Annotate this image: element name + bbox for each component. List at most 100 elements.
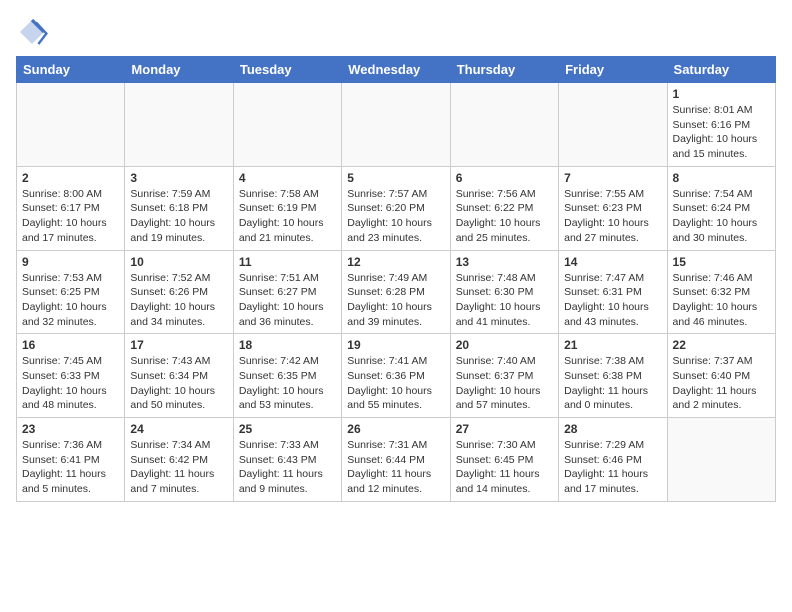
day-cell (559, 83, 667, 167)
day-cell: 15 Sunrise: 7:46 AM Sunset: 6:32 PM Dayli… (667, 250, 775, 334)
day-cell: 24 Sunrise: 7:34 AM Sunset: 6:42 PM Dayli… (125, 418, 233, 502)
day-info: Sunrise: 7:52 AM Sunset: 6:26 PM Dayligh… (130, 271, 227, 330)
day-cell: 2 Sunrise: 8:00 AM Sunset: 6:17 PM Daylig… (17, 166, 125, 250)
weekday-header-wednesday: Wednesday (342, 57, 450, 83)
logo (16, 16, 52, 48)
day-cell: 14 Sunrise: 7:47 AM Sunset: 6:31 PM Dayli… (559, 250, 667, 334)
day-info: Sunrise: 7:56 AM Sunset: 6:22 PM Dayligh… (456, 187, 553, 246)
day-cell: 3 Sunrise: 7:59 AM Sunset: 6:18 PM Daylig… (125, 166, 233, 250)
day-cell (233, 83, 341, 167)
day-info: Sunrise: 7:47 AM Sunset: 6:31 PM Dayligh… (564, 271, 661, 330)
day-info: Sunrise: 7:29 AM Sunset: 6:46 PM Dayligh… (564, 438, 661, 497)
day-cell: 22 Sunrise: 7:37 AM Sunset: 6:40 PM Dayli… (667, 334, 775, 418)
day-number: 15 (673, 255, 770, 269)
day-info: Sunrise: 7:33 AM Sunset: 6:43 PM Dayligh… (239, 438, 336, 497)
day-cell (667, 418, 775, 502)
day-number: 18 (239, 338, 336, 352)
day-info: Sunrise: 7:34 AM Sunset: 6:42 PM Dayligh… (130, 438, 227, 497)
day-info: Sunrise: 7:40 AM Sunset: 6:37 PM Dayligh… (456, 354, 553, 413)
week-row-1: 1 Sunrise: 8:01 AM Sunset: 6:16 PM Daylig… (17, 83, 776, 167)
day-cell: 13Sunrise: 7:48 AM Sunset: 6:30 PM Dayli… (450, 250, 558, 334)
day-number: 13 (456, 255, 553, 269)
day-number: 25 (239, 422, 336, 436)
day-number: 17 (130, 338, 227, 352)
day-number: 7 (564, 171, 661, 185)
day-cell: 16 Sunrise: 7:45 AM Sunset: 6:33 PM Dayli… (17, 334, 125, 418)
day-info: Sunrise: 7:45 AM Sunset: 6:33 PM Dayligh… (22, 354, 119, 413)
day-number: 21 (564, 338, 661, 352)
day-cell: 27 Sunrise: 7:30 AM Sunset: 6:45 PM Dayli… (450, 418, 558, 502)
day-cell: 26 Sunrise: 7:31 AM Sunset: 6:44 PM Dayli… (342, 418, 450, 502)
day-number: 24 (130, 422, 227, 436)
day-info: Sunrise: 7:46 AM Sunset: 6:32 PM Dayligh… (673, 271, 770, 330)
day-info: Sunrise: 7:38 AM Sunset: 6:38 PM Dayligh… (564, 354, 661, 413)
weekday-header-friday: Friday (559, 57, 667, 83)
day-number: 1 (673, 87, 770, 101)
day-cell: 6 Sunrise: 7:56 AM Sunset: 6:22 PM Daylig… (450, 166, 558, 250)
day-info: Sunrise: 7:42 AM Sunset: 6:35 PM Dayligh… (239, 354, 336, 413)
day-cell: 8 Sunrise: 7:54 AM Sunset: 6:24 PM Daylig… (667, 166, 775, 250)
day-info: Sunrise: 7:53 AM Sunset: 6:25 PM Dayligh… (22, 271, 119, 330)
day-cell: 21 Sunrise: 7:38 AM Sunset: 6:38 PM Dayli… (559, 334, 667, 418)
day-number: 27 (456, 422, 553, 436)
day-cell: 12 Sunrise: 7:49 AM Sunset: 6:28 PM Dayli… (342, 250, 450, 334)
logo-icon (16, 16, 48, 48)
calendar-table: SundayMondayTuesdayWednesdayThursdayFrid… (16, 56, 776, 502)
day-cell (125, 83, 233, 167)
day-cell: 1 Sunrise: 8:01 AM Sunset: 6:16 PM Daylig… (667, 83, 775, 167)
day-info: Sunrise: 7:49 AM Sunset: 6:28 PM Dayligh… (347, 271, 444, 330)
day-cell: 9Sunrise: 7:53 AM Sunset: 6:25 PM Daylig… (17, 250, 125, 334)
week-row-2: 2 Sunrise: 8:00 AM Sunset: 6:17 PM Daylig… (17, 166, 776, 250)
week-row-3: 9Sunrise: 7:53 AM Sunset: 6:25 PM Daylig… (17, 250, 776, 334)
day-cell: 20 Sunrise: 7:40 AM Sunset: 6:37 PM Dayli… (450, 334, 558, 418)
day-info: Sunrise: 7:30 AM Sunset: 6:45 PM Dayligh… (456, 438, 553, 497)
day-info: Sunrise: 7:54 AM Sunset: 6:24 PM Dayligh… (673, 187, 770, 246)
day-info: Sunrise: 7:57 AM Sunset: 6:20 PM Dayligh… (347, 187, 444, 246)
day-info: Sunrise: 8:00 AM Sunset: 6:17 PM Dayligh… (22, 187, 119, 246)
week-row-5: 23Sunrise: 7:36 AM Sunset: 6:41 PM Dayli… (17, 418, 776, 502)
weekday-header-row: SundayMondayTuesdayWednesdayThursdayFrid… (17, 57, 776, 83)
day-cell: 4 Sunrise: 7:58 AM Sunset: 6:19 PM Daylig… (233, 166, 341, 250)
day-number: 8 (673, 171, 770, 185)
day-number: 12 (347, 255, 444, 269)
day-info: Sunrise: 8:01 AM Sunset: 6:16 PM Dayligh… (673, 103, 770, 162)
day-cell: 5 Sunrise: 7:57 AM Sunset: 6:20 PM Daylig… (342, 166, 450, 250)
weekday-header-saturday: Saturday (667, 57, 775, 83)
day-number: 20 (456, 338, 553, 352)
day-info: Sunrise: 7:37 AM Sunset: 6:40 PM Dayligh… (673, 354, 770, 413)
day-info: Sunrise: 7:41 AM Sunset: 6:36 PM Dayligh… (347, 354, 444, 413)
page-header (16, 16, 776, 48)
day-cell: 25 Sunrise: 7:33 AM Sunset: 6:43 PM Dayli… (233, 418, 341, 502)
day-cell: 17 Sunrise: 7:43 AM Sunset: 6:34 PM Dayli… (125, 334, 233, 418)
weekday-header-tuesday: Tuesday (233, 57, 341, 83)
day-number: 28 (564, 422, 661, 436)
day-info: Sunrise: 7:31 AM Sunset: 6:44 PM Dayligh… (347, 438, 444, 497)
day-number: 6 (456, 171, 553, 185)
day-cell: 7 Sunrise: 7:55 AM Sunset: 6:23 PM Daylig… (559, 166, 667, 250)
day-cell: 23Sunrise: 7:36 AM Sunset: 6:41 PM Dayli… (17, 418, 125, 502)
day-number: 14 (564, 255, 661, 269)
day-cell: 18 Sunrise: 7:42 AM Sunset: 6:35 PM Dayli… (233, 334, 341, 418)
day-number: 2 (22, 171, 119, 185)
day-number: 16 (22, 338, 119, 352)
day-info: Sunrise: 7:55 AM Sunset: 6:23 PM Dayligh… (564, 187, 661, 246)
day-number: 26 (347, 422, 444, 436)
day-cell: 11 Sunrise: 7:51 AM Sunset: 6:27 PM Dayli… (233, 250, 341, 334)
day-number: 19 (347, 338, 444, 352)
weekday-header-monday: Monday (125, 57, 233, 83)
day-number: 5 (347, 171, 444, 185)
day-number: 3 (130, 171, 227, 185)
day-cell (342, 83, 450, 167)
day-cell: 10 Sunrise: 7:52 AM Sunset: 6:26 PM Dayli… (125, 250, 233, 334)
day-number: 10 (130, 255, 227, 269)
weekday-header-sunday: Sunday (17, 57, 125, 83)
day-number: 11 (239, 255, 336, 269)
day-number: 4 (239, 171, 336, 185)
day-number: 22 (673, 338, 770, 352)
day-info: Sunrise: 7:59 AM Sunset: 6:18 PM Dayligh… (130, 187, 227, 246)
day-info: Sunrise: 7:51 AM Sunset: 6:27 PM Dayligh… (239, 271, 336, 330)
day-info: Sunrise: 7:43 AM Sunset: 6:34 PM Dayligh… (130, 354, 227, 413)
day-number: 23 (22, 422, 119, 436)
day-cell: 19 Sunrise: 7:41 AM Sunset: 6:36 PM Dayli… (342, 334, 450, 418)
day-info: Sunrise: 7:58 AM Sunset: 6:19 PM Dayligh… (239, 187, 336, 246)
